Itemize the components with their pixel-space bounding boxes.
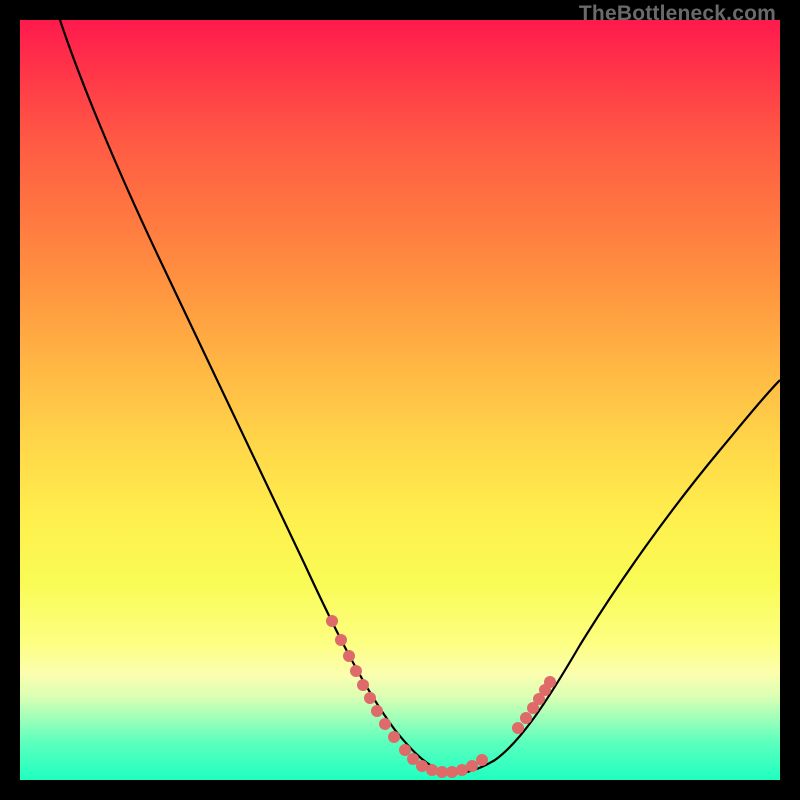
plot-area (20, 20, 780, 780)
watermark-text: TheBottleneck.com (579, 2, 776, 26)
curve-path (60, 20, 780, 773)
chart-frame: TheBottleneck.com (0, 0, 800, 800)
bottleneck-curve (20, 20, 780, 780)
marker-group (326, 615, 556, 778)
